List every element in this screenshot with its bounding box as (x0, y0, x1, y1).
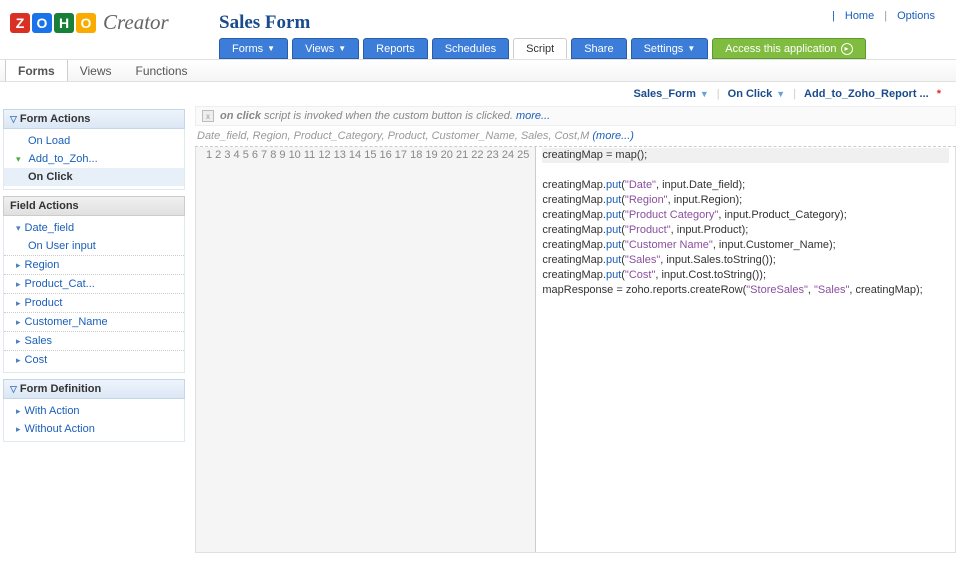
nav-forms[interactable]: Forms ▼ (219, 38, 288, 59)
chevron-down-icon: ▼ (776, 89, 785, 99)
sidebar: ▽Form Actions On Load Add_to_Zoh... On C… (0, 106, 185, 562)
item-on-user-input[interactable]: On User input (4, 237, 184, 255)
params-more-link[interactable]: (more...) (592, 130, 634, 142)
top-links: | Home | Options (832, 10, 941, 22)
item-with-action[interactable]: With Action (4, 402, 184, 420)
code-editor[interactable]: 1 2 3 4 5 6 7 8 9 10 11 12 13 14 15 16 1… (195, 147, 956, 553)
subtab-forms[interactable]: Forms (5, 60, 68, 81)
panel-field-actions: Date_field On User input Region Product_… (3, 216, 185, 373)
nav-label: Settings (644, 43, 684, 55)
breadcrumb-form[interactable]: Sales_Form ▼ (633, 88, 708, 100)
item-customer-name[interactable]: Customer_Name (4, 312, 184, 331)
nav-label: Views (305, 43, 334, 55)
params-bar: Date_field, Region, Product_Category, Pr… (195, 126, 956, 147)
twisty-icon: ▽ (10, 114, 17, 125)
item-region[interactable]: Region (4, 255, 184, 274)
panel-form-actions: On Load Add_to_Zoh... On Click (3, 129, 185, 190)
main-nav: Forms ▼ Views ▼ Reports Schedules Script S… (219, 38, 866, 59)
subtab-functions[interactable]: Functions (123, 60, 199, 81)
hint-bar: x on click script is invoked when the cu… (195, 106, 956, 126)
item-cost[interactable]: Cost (4, 350, 184, 369)
nav-label: Reports (376, 43, 415, 55)
app-title: Sales Form (219, 12, 310, 34)
panel-form-def-header[interactable]: ▽Form Definition (3, 379, 185, 399)
arrow-right-circle-icon: ▸ (841, 43, 853, 55)
nav-label: Share (584, 43, 613, 55)
breadcrumb-action[interactable]: Add_to_Zoho_Report ... (804, 88, 929, 100)
nav-settings[interactable]: Settings▼ (631, 38, 709, 59)
line-gutter: 1 2 3 4 5 6 7 8 9 10 11 12 13 14 15 16 1… (196, 147, 536, 552)
logo-label: Creator (103, 10, 169, 35)
subtab-views[interactable]: Views (68, 60, 124, 81)
item-without-action[interactable]: Without Action (4, 420, 184, 438)
chevron-down-icon: ▼ (687, 44, 695, 53)
divider-icon: | (832, 10, 835, 22)
panel-field-actions-header[interactable]: Field Actions (3, 196, 185, 216)
panel-form-def: With Action Without Action (3, 399, 185, 442)
item-sales[interactable]: Sales (4, 331, 184, 350)
twisty-icon: ▽ (10, 384, 17, 395)
chevron-down-icon: ▼ (700, 89, 709, 99)
options-link[interactable]: Options (897, 10, 935, 22)
close-hint-icon[interactable]: x (202, 110, 214, 122)
editor-area: x on click script is invoked when the cu… (185, 106, 956, 562)
item-on-click[interactable]: On Click (4, 168, 184, 186)
breadcrumb: Sales_Form ▼ | On Click ▼ | Add_to_Zoho_… (0, 82, 956, 106)
item-add-to-zoho[interactable]: Add_to_Zoh... (4, 150, 184, 168)
chevron-down-icon: ▼ (267, 44, 275, 53)
nav-share[interactable]: Share (571, 38, 626, 59)
access-app-button[interactable]: Access this application ▸ (712, 38, 865, 59)
params-list: Date_field, Region, Product_Category, Pr… (197, 130, 592, 142)
hint-more-link[interactable]: more... (516, 110, 550, 122)
nav-reports[interactable]: Reports (363, 38, 428, 59)
item-date-field[interactable]: Date_field (4, 219, 184, 237)
item-product-cat[interactable]: Product_Cat... (4, 274, 184, 293)
breadcrumb-event[interactable]: On Click ▼ (728, 88, 786, 100)
chevron-down-icon: ▼ (338, 44, 346, 53)
panel-form-actions-header[interactable]: ▽Form Actions (3, 109, 185, 129)
zoho-creator-logo[interactable]: ZOHO Creator (10, 10, 169, 35)
divider-icon: | (884, 10, 887, 22)
nav-label: Script (526, 43, 554, 55)
nav-label: Schedules (445, 43, 496, 55)
nav-script[interactable]: Script (513, 38, 567, 59)
item-on-load[interactable]: On Load (4, 132, 184, 150)
nav-views[interactable]: Views ▼ (292, 38, 359, 59)
nav-label: Access this application (725, 43, 836, 55)
code-body[interactable]: creatingMap = map(); creatingMap.put("Da… (536, 147, 955, 552)
hint-text: script is invoked when the custom button… (264, 110, 513, 122)
nav-label: Forms (232, 43, 263, 55)
sub-nav: Forms Views Functions (0, 59, 956, 82)
item-product[interactable]: Product (4, 293, 184, 312)
home-link[interactable]: Home (845, 10, 874, 22)
nav-schedules[interactable]: Schedules (432, 38, 509, 59)
unsaved-indicator: * (937, 88, 941, 100)
